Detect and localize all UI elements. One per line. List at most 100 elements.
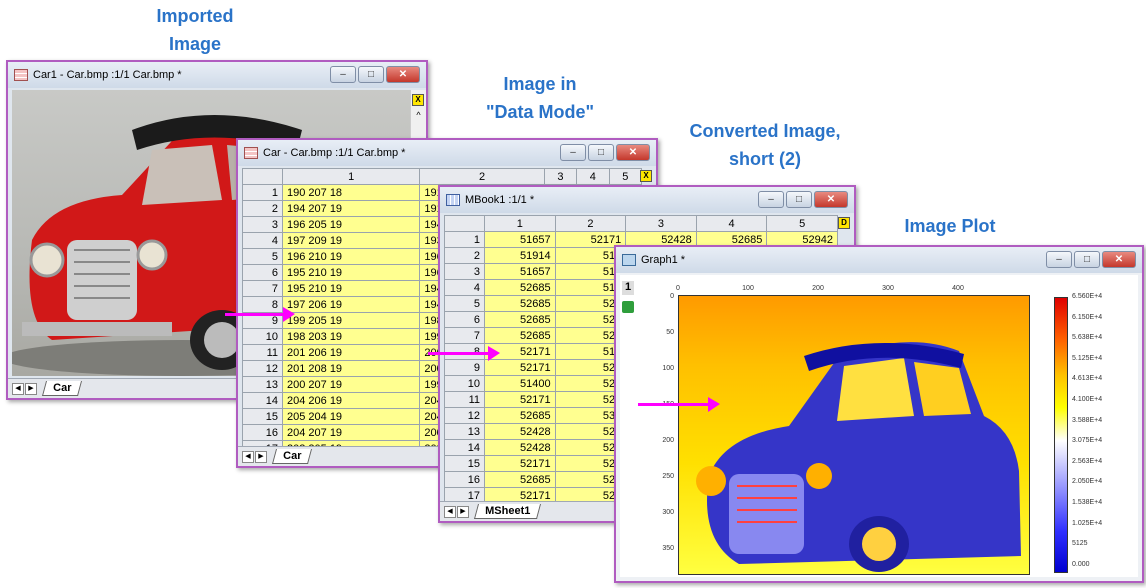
row-header[interactable]: 12 <box>242 360 283 377</box>
minimize-button[interactable]: – <box>758 191 784 208</box>
close-button[interactable]: ✕ <box>1102 251 1136 268</box>
prev-sheet-icon[interactable]: ◀ <box>242 450 254 463</box>
prev-sheet-icon[interactable]: ◀ <box>444 505 456 518</box>
image-plot[interactable] <box>678 295 1030 575</box>
maximize-button[interactable]: □ <box>786 191 812 208</box>
lock-icon[interactable] <box>622 301 634 313</box>
row-header[interactable]: 1 <box>444 231 485 248</box>
column-header[interactable]: 3 <box>625 215 697 232</box>
x-button[interactable]: X <box>412 94 424 106</box>
minimize-button[interactable]: – <box>330 66 356 83</box>
row-header[interactable]: 13 <box>242 376 283 393</box>
grid-cell[interactable]: 205 204 19 <box>281 408 421 425</box>
grid-cell[interactable]: 52171 <box>484 359 556 376</box>
layer-number[interactable]: 1 <box>622 281 634 295</box>
x-button[interactable]: X <box>640 170 652 182</box>
sheet-tab-msheet1[interactable]: MSheet1 <box>473 504 542 519</box>
row-header[interactable]: 5 <box>444 295 485 312</box>
row-header[interactable]: 6 <box>242 264 283 281</box>
grid-cell[interactable]: 52171 <box>484 391 556 408</box>
close-button[interactable]: ✕ <box>814 191 848 208</box>
sheet-tab-car[interactable]: Car <box>271 449 313 464</box>
row-header[interactable]: 6 <box>444 311 485 328</box>
next-sheet-icon[interactable]: ▶ <box>25 382 37 395</box>
next-sheet-icon[interactable]: ▶ <box>255 450 267 463</box>
column-header[interactable]: 4 <box>576 168 610 185</box>
column-header[interactable]: 1 <box>281 168 421 185</box>
maximize-button[interactable]: □ <box>358 66 384 83</box>
car-titlebar[interactable]: Car - Car.bmp :1/1 Car.bmp * – □ ✕ <box>238 140 656 166</box>
close-button[interactable]: ✕ <box>386 66 420 83</box>
row-header[interactable]: 10 <box>444 375 485 392</box>
grid-cell[interactable]: 195 210 19 <box>281 264 421 281</box>
column-header[interactable]: 3 <box>543 168 578 185</box>
grid-cell[interactable]: 196 205 19 <box>281 216 421 233</box>
row-header[interactable]: 16 <box>444 471 485 488</box>
row-header[interactable]: 8 <box>242 296 283 313</box>
grid-cell[interactable]: 51657 <box>484 231 556 248</box>
grid-cell[interactable]: 51914 <box>484 247 556 264</box>
grid-cell[interactable]: 51400 <box>484 375 556 392</box>
grid-cell[interactable]: 199 205 19 <box>281 312 421 329</box>
grid-cell[interactable]: 194 207 19 <box>281 200 421 217</box>
row-header[interactable]: 10 <box>242 328 283 345</box>
grid-cell[interactable]: 52685 <box>484 471 556 488</box>
column-header[interactable]: 5 <box>766 215 838 232</box>
next-sheet-icon[interactable]: ▶ <box>457 505 469 518</box>
grid-cell[interactable]: 52685 <box>484 327 556 344</box>
grid-cell[interactable]: 52685 <box>484 279 556 296</box>
grid-corner[interactable] <box>242 168 283 185</box>
grid-cell[interactable]: 52171 <box>484 455 556 472</box>
row-header[interactable]: 11 <box>444 391 485 408</box>
grid-cell[interactable]: 197 206 19 <box>281 296 421 313</box>
grid-cell[interactable]: 52685 <box>484 407 556 424</box>
row-header[interactable]: 11 <box>242 344 283 361</box>
graph-page[interactable]: 1 0100200300400 0501001502002503 <box>620 275 1138 577</box>
minimize-button[interactable]: – <box>560 144 586 161</box>
column-header[interactable]: 2 <box>419 168 545 185</box>
row-header[interactable]: 15 <box>242 408 283 425</box>
mbook-titlebar[interactable]: MBook1 :1/1 * – □ ✕ <box>440 187 854 213</box>
row-header[interactable]: 3 <box>444 263 485 280</box>
row-header[interactable]: 12 <box>444 407 485 424</box>
grid-cell[interactable]: 51657 <box>484 263 556 280</box>
grid-cell[interactable]: 198 203 19 <box>281 328 421 345</box>
row-header[interactable]: 13 <box>444 423 485 440</box>
graph-titlebar[interactable]: Graph1 * – □ ✕ <box>616 247 1142 273</box>
row-header[interactable]: 16 <box>242 424 283 441</box>
grid-cell[interactable]: 201 208 19 <box>281 360 421 377</box>
grid-cell[interactable]: 52428 <box>484 439 556 456</box>
car1-titlebar[interactable]: Car1 - Car.bmp :1/1 Car.bmp * – □ ✕ <box>8 62 426 88</box>
row-header[interactable]: 9 <box>444 359 485 376</box>
grid-cell[interactable]: 204 206 19 <box>281 392 421 409</box>
grid-cell[interactable]: 52428 <box>484 423 556 440</box>
column-header[interactable]: 5 <box>608 168 643 185</box>
close-button[interactable]: ✕ <box>616 144 650 161</box>
maximize-button[interactable]: □ <box>1074 251 1100 268</box>
row-header[interactable]: 4 <box>444 279 485 296</box>
prev-sheet-icon[interactable]: ◀ <box>12 382 24 395</box>
grid-cell[interactable]: 190 207 18 <box>281 184 421 201</box>
d-button[interactable]: D <box>838 217 850 229</box>
grid-cell[interactable]: 52685 <box>484 311 556 328</box>
row-header[interactable]: 7 <box>444 327 485 344</box>
column-header[interactable]: 4 <box>695 215 768 232</box>
row-header[interactable]: 1 <box>242 184 283 201</box>
graph-window[interactable]: Graph1 * – □ ✕ 1 0 100 200 300 400 0 50 … <box>614 245 1144 583</box>
row-header[interactable]: 2 <box>444 247 485 264</box>
row-header[interactable]: 4 <box>242 232 283 249</box>
grid-corner[interactable] <box>444 215 485 232</box>
row-header[interactable]: 3 <box>242 216 283 233</box>
grid-cell[interactable]: 196 210 19 <box>281 248 421 265</box>
column-header[interactable]: 1 <box>484 215 556 232</box>
row-header[interactable]: 14 <box>444 439 485 456</box>
grid-cell[interactable]: 52685 <box>484 295 556 312</box>
minimize-button[interactable]: – <box>1046 251 1072 268</box>
row-header[interactable]: 2 <box>242 200 283 217</box>
grid-cell[interactable]: 195 210 19 <box>281 280 421 297</box>
sheet-tab-car[interactable]: Car <box>41 381 83 396</box>
row-header[interactable]: 7 <box>242 280 283 297</box>
grid-cell[interactable]: 197 209 19 <box>281 232 421 249</box>
row-header[interactable]: 5 <box>242 248 283 265</box>
color-scale[interactable] <box>1054 297 1068 573</box>
